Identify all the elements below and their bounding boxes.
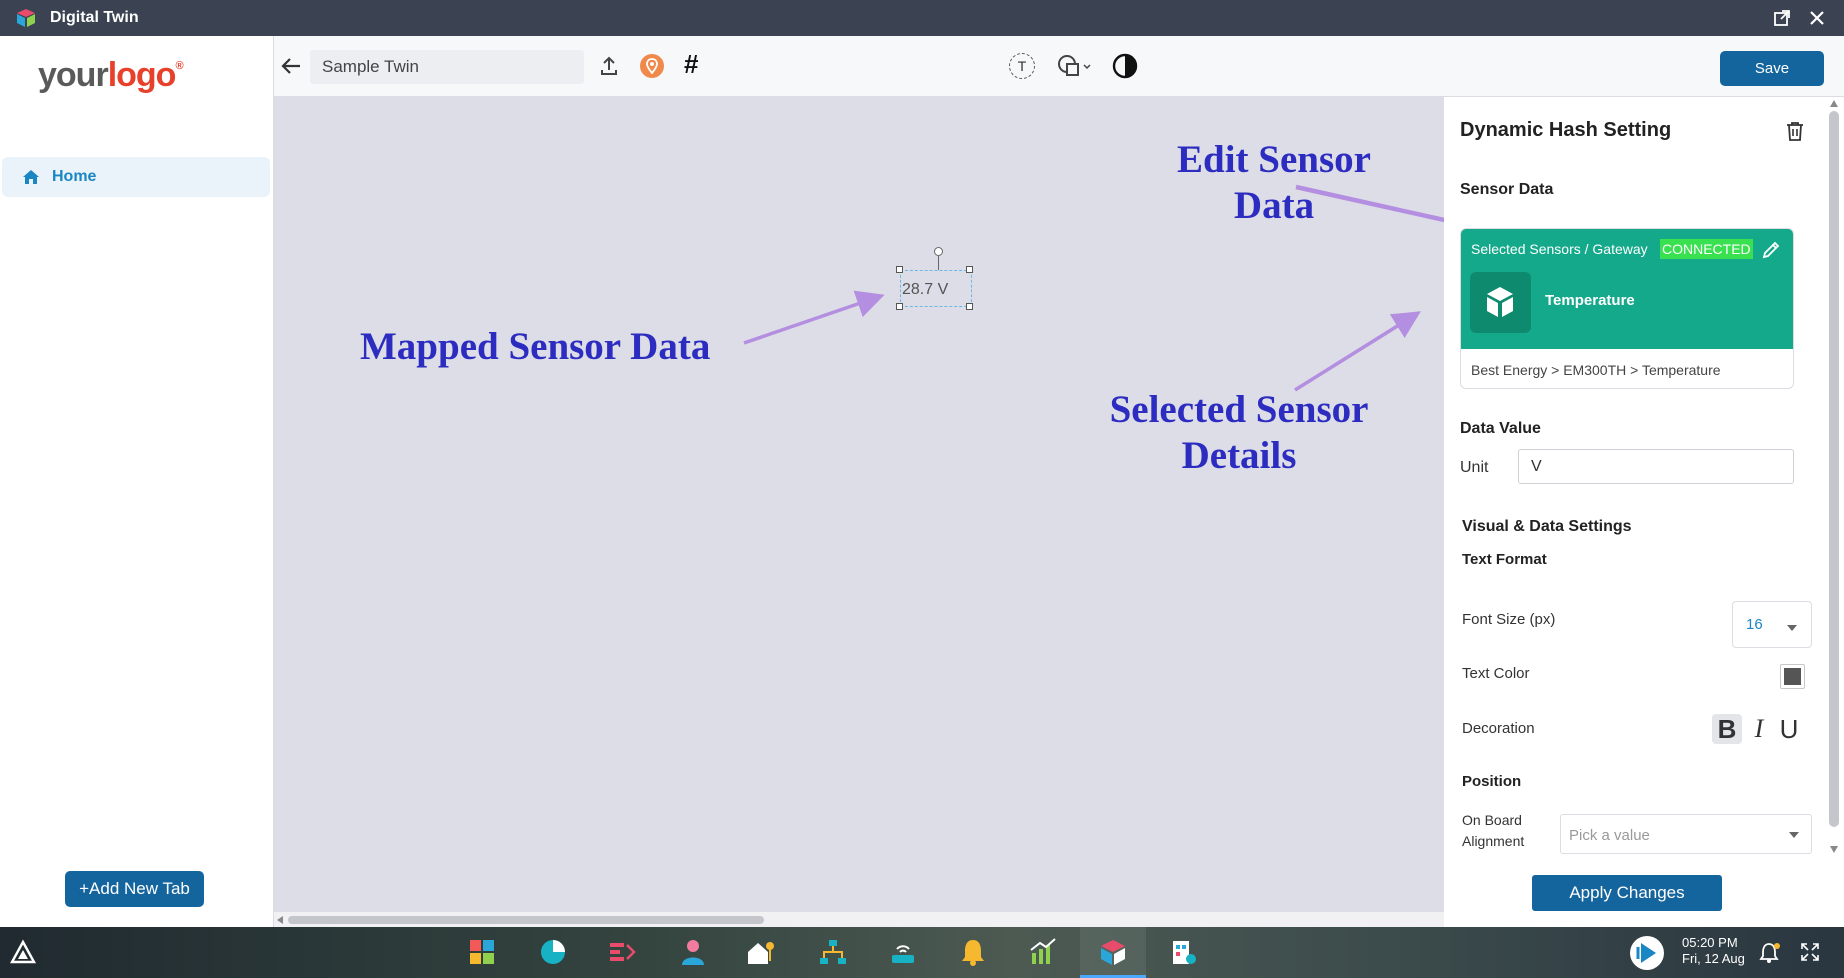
taskbar: 05:20 PM Fri, 12 Aug <box>0 927 1844 978</box>
text-tool-icon[interactable]: T <box>1009 53 1035 79</box>
scroll-left-icon[interactable] <box>277 916 284 924</box>
text-color-label: Text Color <box>1462 665 1530 682</box>
annotation-selected-sensor-details: Selected Sensor Details <box>1109 388 1369 477</box>
mapped-arrow <box>743 290 885 345</box>
close-icon[interactable] <box>1805 6 1829 30</box>
user-app-icon[interactable] <box>678 937 708 967</box>
selected-arrow <box>1294 311 1421 392</box>
unit-input[interactable] <box>1518 449 1794 484</box>
text-format-heading: Text Format <box>1462 551 1547 568</box>
alignment-placeholder: Pick a value <box>1569 827 1650 844</box>
rotate-handle[interactable] <box>934 247 943 256</box>
title-bar: Digital Twin <box>0 0 1844 36</box>
resize-handle[interactable] <box>896 266 903 273</box>
chevron-down-icon <box>1789 832 1799 838</box>
location-pin-icon[interactable] <box>639 53 665 79</box>
trash-icon[interactable] <box>1786 121 1804 141</box>
settings-panel: Dynamic Hash Setting Sensor Data Selecte… <box>1444 97 1844 927</box>
sidebar-item-home[interactable]: Home <box>2 157 270 197</box>
bold-button[interactable]: B <box>1712 714 1742 744</box>
decoration-label: Decoration <box>1462 720 1535 737</box>
sensor-data-heading: Sensor Data <box>1460 181 1554 198</box>
scrollbar-thumb[interactable] <box>288 916 764 924</box>
edit-pencil-icon[interactable] <box>1761 240 1781 260</box>
analytics-app-icon[interactable] <box>538 937 568 967</box>
flow-app-icon[interactable] <box>607 937 637 967</box>
sidebar-item-label: Home <box>52 168 97 185</box>
sensor-value-text: 28.7 V <box>902 281 949 298</box>
horizontal-scrollbar[interactable] <box>274 912 1444 927</box>
connected-status-badge: CONNECTED <box>1660 239 1753 259</box>
home-key-app-icon[interactable] <box>746 937 776 967</box>
sensor-path: Best Energy > EM300TH > Temperature <box>1471 362 1721 378</box>
save-button[interactable]: Save <box>1720 51 1824 86</box>
upload-icon[interactable] <box>600 55 618 77</box>
reports-app-icon[interactable] <box>1028 937 1058 967</box>
add-new-tab-button[interactable]: +Add New Tab <box>65 871 204 907</box>
dashboard-app-icon[interactable] <box>467 937 497 967</box>
taskbar-clock[interactable]: 05:20 PM Fri, 12 Aug <box>1682 935 1745 967</box>
launcher-icon[interactable] <box>8 937 38 967</box>
sidebar: yourlogo® Home +Add New Tab <box>0 36 274 927</box>
selected-sensor-card: Selected Sensors / Gateway CONNECTED Tem… <box>1460 228 1794 389</box>
position-heading: Position <box>1462 773 1522 790</box>
assistant-icon[interactable] <box>1628 934 1666 972</box>
toolbar: # T Save <box>274 36 1844 97</box>
hierarchy-app-icon[interactable] <box>818 937 848 967</box>
resize-handle[interactable] <box>896 303 903 310</box>
font-size-value: 16 <box>1746 616 1763 633</box>
unit-label: Unit <box>1460 459 1489 476</box>
home-icon <box>23 170 39 184</box>
scroll-down-icon[interactable] <box>1830 846 1838 853</box>
scroll-up-icon[interactable] <box>1830 100 1838 107</box>
design-canvas[interactable]: 28.7 V Mapped Sensor Data Edit Sensor Da… <box>274 97 1444 912</box>
vertical-scrollbar[interactable] <box>1824 97 1844 857</box>
annotation-edit-sensor-data: Edit Sensor Data <box>1177 138 1371 227</box>
text-color-picker[interactable] <box>1780 664 1805 689</box>
visual-settings-heading: Visual & Data Settings <box>1462 518 1632 535</box>
resize-handle[interactable] <box>966 266 973 273</box>
building-app-icon[interactable] <box>1168 937 1198 967</box>
scrollbar-thumb[interactable] <box>1829 111 1839 827</box>
panel-title: Dynamic Hash Setting <box>1460 119 1672 141</box>
notification-bell-icon[interactable] <box>1758 941 1782 965</box>
twin-name-input[interactable] <box>310 50 584 84</box>
gateway-app-icon[interactable] <box>888 937 918 967</box>
clock-time: 05:20 PM <box>1682 935 1738 950</box>
sensor-cube-icon <box>1470 272 1531 333</box>
font-size-label: Font Size (px) <box>1462 611 1556 628</box>
alignment-select[interactable]: Pick a value <box>1560 814 1812 854</box>
window-title: Digital Twin <box>50 9 139 26</box>
underline-button[interactable]: U <box>1774 714 1804 744</box>
chevron-down-icon <box>1787 625 1797 631</box>
sensor-name: Temperature <box>1545 292 1635 309</box>
company-logo: yourlogo® <box>38 56 184 94</box>
app-icon <box>17 9 35 27</box>
popout-icon[interactable] <box>1770 6 1794 30</box>
alerts-app-icon[interactable] <box>958 937 988 967</box>
hash-widget[interactable]: 28.7 V <box>896 247 973 310</box>
hash-tool-icon[interactable]: # <box>684 49 698 80</box>
alignment-label: On Board Alignment <box>1462 812 1525 849</box>
annotation-mapped-sensor-data: Mapped Sensor Data <box>360 325 711 368</box>
contrast-icon[interactable] <box>1112 53 1138 79</box>
font-size-select[interactable]: 16 <box>1732 601 1812 648</box>
digital-twin-app-icon[interactable] <box>1098 937 1128 967</box>
shapes-tool-icon[interactable] <box>1055 52 1095 80</box>
data-value-heading: Data Value <box>1460 420 1541 437</box>
apply-changes-button[interactable]: Apply Changes <box>1532 875 1722 911</box>
sensor-card-breadcrumb: Selected Sensors / Gateway <box>1471 241 1648 257</box>
clock-date: Fri, 12 Aug <box>1682 951 1745 966</box>
fullscreen-icon[interactable] <box>1800 942 1820 962</box>
back-arrow-icon[interactable] <box>280 56 302 76</box>
resize-handle[interactable] <box>966 303 973 310</box>
italic-button[interactable]: I <box>1744 714 1774 744</box>
